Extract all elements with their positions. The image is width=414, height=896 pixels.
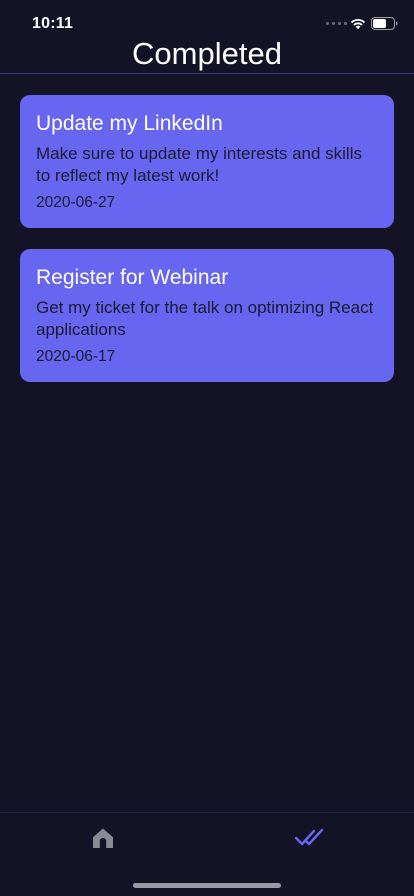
task-date: 2020-06-17	[36, 348, 116, 365]
tab-bar	[0, 813, 414, 863]
header: Completed	[0, 32, 414, 74]
wifi-icon	[350, 18, 366, 30]
header-divider	[0, 73, 414, 74]
tab-completed[interactable]	[290, 823, 330, 853]
cellular-signal-icon	[326, 22, 347, 25]
task-description: Get my ticket for the talk on optimizing…	[36, 298, 374, 339]
task-title: Update my LinkedIn	[36, 112, 223, 135]
tab-home[interactable]	[83, 823, 123, 853]
double-check-icon	[294, 828, 324, 846]
screen: 10:11 Completed Update my LinkedIn Make …	[0, 0, 414, 896]
status-time: 10:11	[32, 15, 74, 32]
battery-icon	[371, 17, 398, 30]
task-list: Update my LinkedIn Make sure to update m…	[20, 95, 394, 403]
home-indicator	[133, 883, 281, 888]
task-card[interactable]: Update my LinkedIn Make sure to update m…	[20, 95, 394, 228]
task-description: Make sure to update my interests and ski…	[36, 144, 362, 185]
task-date: 2020-06-27	[36, 194, 116, 211]
task-card[interactable]: Register for Webinar Get my ticket for t…	[20, 249, 394, 382]
page-title: Completed	[132, 36, 282, 71]
home-icon	[93, 828, 113, 848]
task-title: Register for Webinar	[36, 266, 229, 289]
